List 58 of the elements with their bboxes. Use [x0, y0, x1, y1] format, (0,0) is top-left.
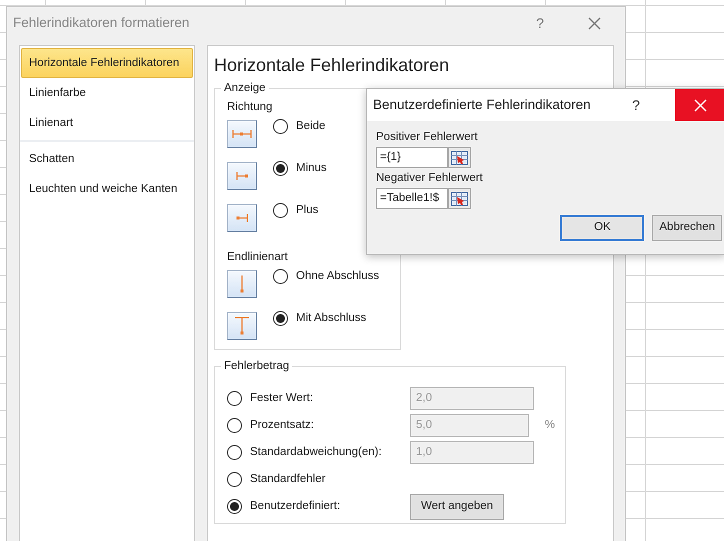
radio-button[interactable]	[227, 445, 242, 460]
option-icon-button[interactable]	[227, 270, 257, 298]
radio-button[interactable]	[227, 472, 242, 487]
error-bar-icon	[234, 317, 250, 335]
radio-button[interactable]	[273, 119, 288, 134]
field-label: Positiver Fehlerwert	[376, 130, 478, 145]
option-label: Standardfehler	[250, 472, 326, 487]
reference-field[interactable]: =Tabelle1!$	[376, 188, 448, 209]
option-icon-button[interactable]	[227, 204, 257, 232]
option-icon-button[interactable]	[227, 312, 257, 340]
radio-button[interactable]	[273, 161, 288, 176]
section-label: Richtung	[227, 100, 272, 115]
error-bar-icon	[240, 275, 244, 293]
help-button[interactable]: ?	[613, 90, 659, 120]
dialog-button[interactable]: Abbrechen	[652, 215, 722, 241]
close-icon	[694, 98, 706, 112]
option-label: Prozentsatz:	[250, 418, 315, 433]
dialog-title: Benutzerdefinierte Fehlerindikatoren	[373, 96, 592, 114]
option-icon-button[interactable]	[227, 120, 257, 148]
radio-button[interactable]	[273, 269, 288, 284]
radio-button[interactable]	[273, 203, 288, 218]
panel-heading: Horizontale Fehlerindikatoren	[214, 54, 450, 76]
field-label: Negativer Fehlerwert	[376, 171, 483, 186]
radio-button[interactable]	[273, 311, 288, 326]
close-icon	[588, 16, 600, 30]
sidebar-item[interactable]: Linienfarbe	[21, 78, 193, 108]
specify-value-button[interactable]: Wert angeben	[410, 494, 504, 520]
sidebar-item[interactable]: Horizontale Fehlerindikatoren	[21, 48, 193, 78]
sidebar-item[interactable]: Leuchten und weiche Kanten	[21, 174, 193, 204]
dialog-button[interactable]: OK	[560, 215, 644, 241]
option-label: Minus	[296, 161, 327, 176]
radio-button[interactable]	[227, 499, 242, 514]
radio-button[interactable]	[227, 391, 242, 406]
range-select-button[interactable]	[448, 147, 471, 168]
option-label: Benutzerdefiniert:	[250, 498, 342, 514]
table-icon	[451, 192, 468, 206]
sidebar-item[interactable]: Linienart	[21, 108, 193, 138]
option-label: Mit Abschluss	[296, 311, 366, 326]
option-label: Fester Wert:	[250, 390, 314, 406]
unit-label: %	[544, 418, 555, 433]
error-bar-icon	[236, 171, 248, 181]
option-label: Beide	[296, 119, 326, 134]
option-label: Plus	[296, 203, 318, 218]
error-bar-icon	[232, 129, 252, 139]
option-label: Ohne Abschluss	[296, 269, 380, 284]
radio-button[interactable]	[227, 418, 242, 433]
option-icon-button[interactable]	[227, 162, 257, 190]
reference-field[interactable]: ={1}	[376, 147, 448, 168]
table-icon	[451, 150, 468, 164]
option-label: Standardabweichung(en):	[250, 444, 383, 460]
group-label: Fehlerbetrag	[221, 358, 292, 374]
help-button[interactable]: ?	[517, 8, 563, 38]
window-title: Fehlerindikatoren formatieren	[13, 14, 190, 32]
sidebar-item[interactable]: Schatten	[21, 144, 193, 174]
range-select-button[interactable]	[448, 188, 471, 209]
group-label: Anzeige	[221, 80, 269, 96]
error-bar-icon	[236, 213, 248, 223]
section-label: Endlinienart	[227, 250, 288, 265]
